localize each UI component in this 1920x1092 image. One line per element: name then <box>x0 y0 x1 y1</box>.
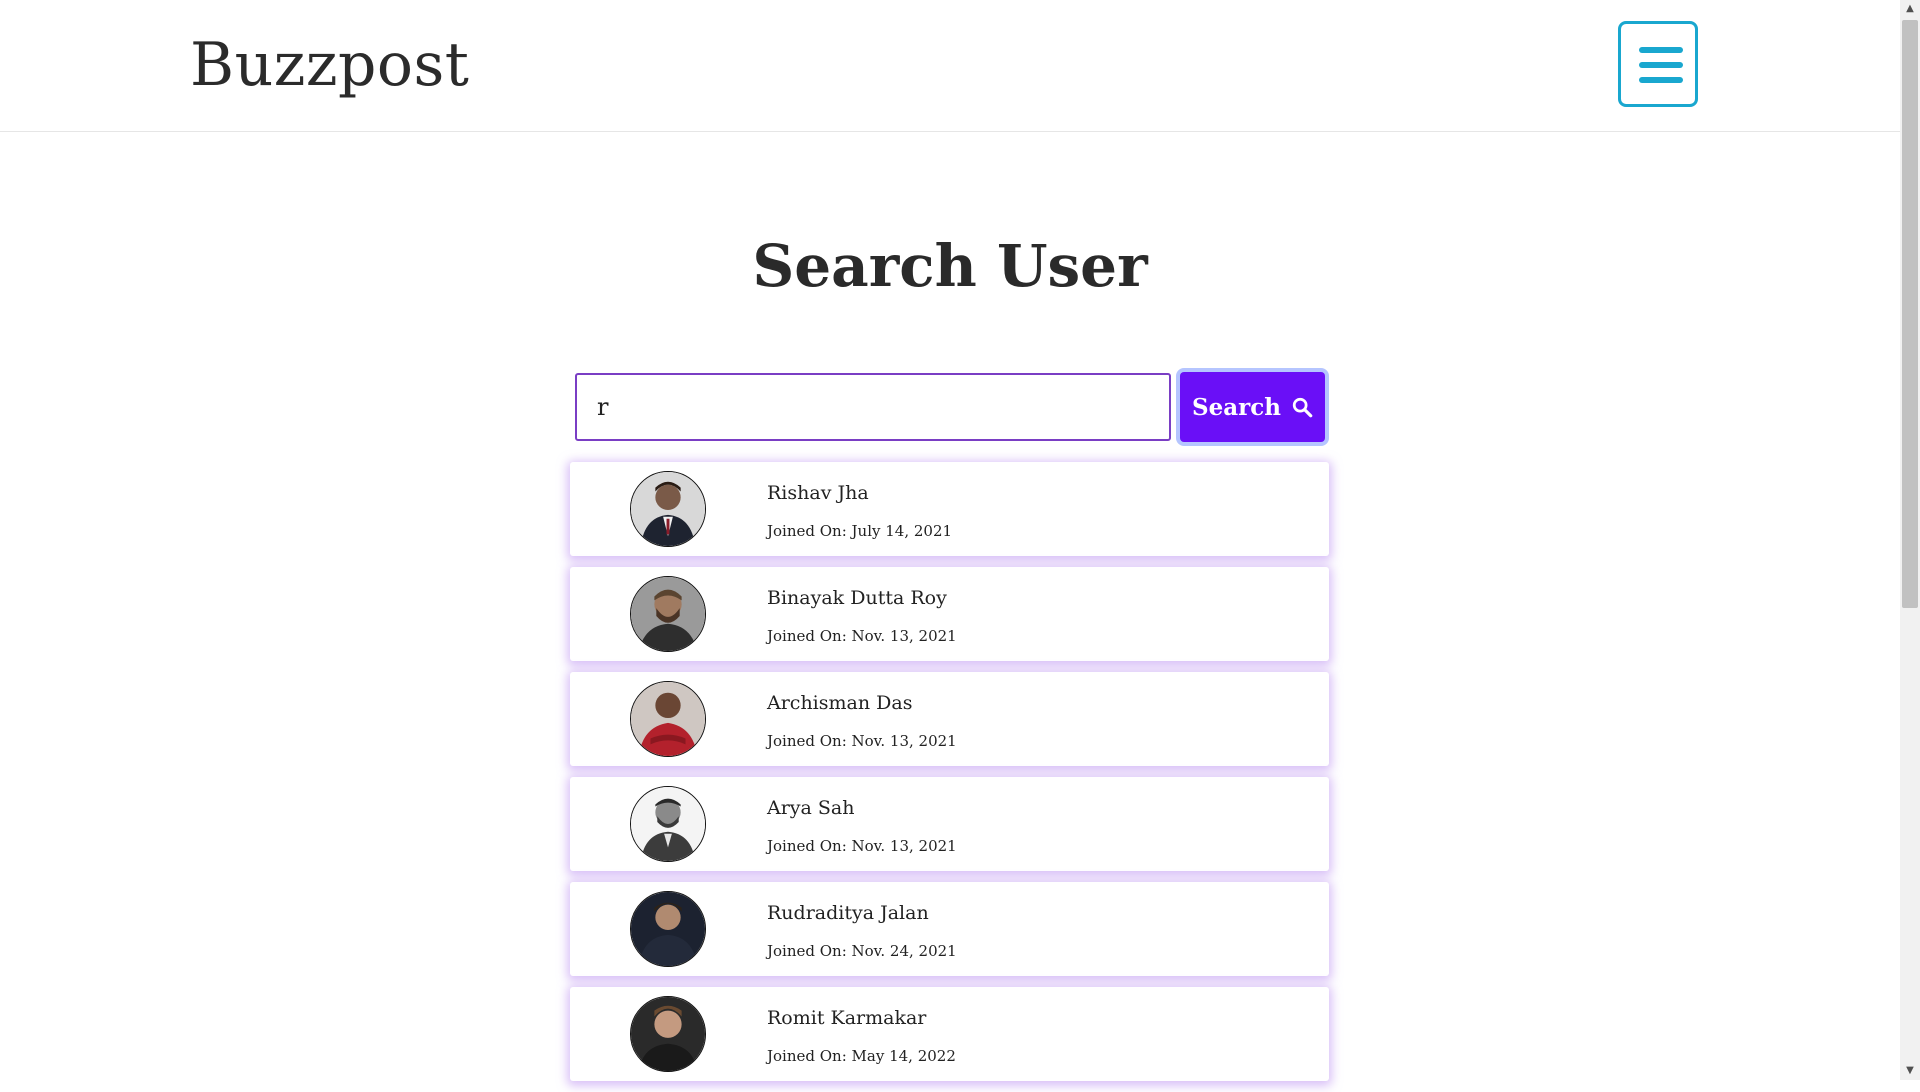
hamburger-menu-icon <box>1639 47 1683 53</box>
user-joined-date: Joined On: Nov. 13, 2021 <box>767 837 957 855</box>
hamburger-menu-button[interactable] <box>1618 21 1698 107</box>
user-name[interactable]: Rishav Jha <box>767 482 869 504</box>
search-button[interactable]: Search <box>1180 372 1325 442</box>
user-result-card[interactable]: Binayak Dutta Roy Joined On: Nov. 13, 20… <box>570 567 1329 661</box>
user-name[interactable]: Arya Sah <box>767 797 855 819</box>
user-avatar <box>630 471 706 547</box>
page-scrollbar[interactable]: ▲ ▼ <box>1900 0 1920 1080</box>
scroll-up-icon[interactable]: ▲ <box>1900 0 1920 18</box>
search-icon <box>1292 397 1313 418</box>
user-name[interactable]: Archisman Das <box>767 692 912 714</box>
user-name[interactable]: Romit Karmakar <box>767 1007 926 1029</box>
user-avatar <box>630 996 706 1072</box>
search-button-label: Search <box>1192 393 1281 421</box>
user-name[interactable]: Binayak Dutta Roy <box>767 587 947 609</box>
scrollbar-thumb[interactable] <box>1902 20 1918 608</box>
user-result-card[interactable]: Arya Sah Joined On: Nov. 13, 2021 <box>570 777 1329 871</box>
search-input[interactable] <box>575 373 1171 441</box>
user-result-card[interactable]: Archisman Das Joined On: Nov. 13, 2021 <box>570 672 1329 766</box>
user-joined-date: Joined On: May 14, 2022 <box>767 1047 956 1065</box>
user-joined-date: Joined On: Nov. 24, 2021 <box>767 942 957 960</box>
user-result-card[interactable]: Romit Karmakar Joined On: May 14, 2022 <box>570 987 1329 1081</box>
scroll-down-icon[interactable]: ▼ <box>1900 1062 1920 1080</box>
brand-logo[interactable]: Buzzpost <box>190 30 469 100</box>
user-avatar <box>630 681 706 757</box>
user-joined-date: Joined On: July 14, 2021 <box>767 522 953 540</box>
user-avatar <box>630 576 706 652</box>
top-navbar: Buzzpost <box>0 0 1900 132</box>
search-results-list: Rishav Jha Joined On: July 14, 2021 Bina… <box>570 462 1329 1092</box>
user-joined-date: Joined On: Nov. 13, 2021 <box>767 627 957 645</box>
user-avatar <box>630 786 706 862</box>
user-result-card[interactable]: Rudraditya Jalan Joined On: Nov. 24, 202… <box>570 882 1329 976</box>
user-joined-date: Joined On: Nov. 13, 2021 <box>767 732 957 750</box>
user-result-card[interactable]: Rishav Jha Joined On: July 14, 2021 <box>570 462 1329 556</box>
user-avatar <box>630 891 706 967</box>
user-name[interactable]: Rudraditya Jalan <box>767 902 929 924</box>
page-title: Search User <box>752 232 1148 300</box>
